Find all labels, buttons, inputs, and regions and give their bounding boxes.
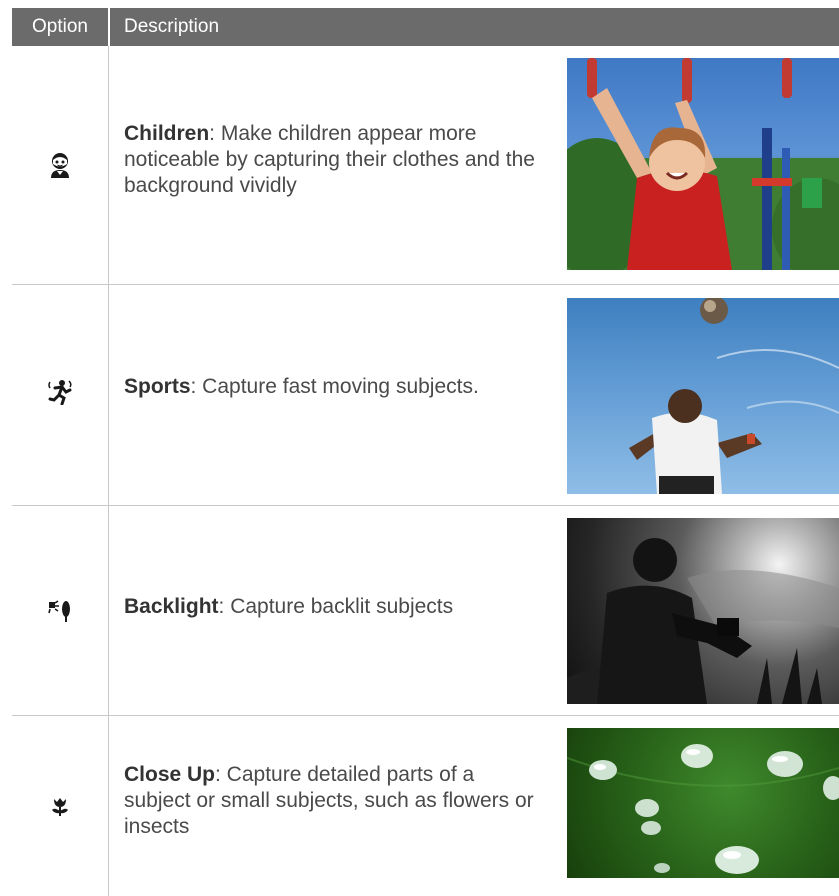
child-face-icon [12, 145, 108, 185]
column-divider [108, 46, 109, 284]
closeup-photo [567, 728, 839, 878]
row-description: Close Up: Capture detailed parts of a su… [124, 762, 544, 840]
table-row-sports: Sports: Capture fast moving subjects. [12, 285, 839, 506]
children-photo [567, 58, 839, 270]
table-row-closeup: Close Up: Capture detailed parts of a su… [12, 716, 839, 896]
option-text: : Capture backlit subjects [218, 595, 454, 618]
option-title: Backlight [124, 595, 219, 618]
table-row-backlight: Backlight: Capture backlit subjects [12, 506, 839, 716]
option-title: Close Up [124, 763, 216, 786]
header-description: Description [124, 16, 220, 37]
scene-mode-table: Option Description Children: Make childr… [12, 8, 839, 896]
backlight-photo [567, 518, 839, 704]
backlight-tree-icon [12, 590, 108, 630]
row-description: Children: Make children appear more noti… [124, 121, 544, 199]
header-divider [108, 8, 110, 46]
row-description: Sports: Capture fast moving subjects. [124, 374, 544, 400]
option-title: Sports [124, 375, 191, 398]
running-figure-icon [12, 372, 108, 412]
header-option: Option [32, 16, 88, 37]
option-title: Children [124, 122, 210, 145]
table-row-children: Children: Make children appear more noti… [12, 46, 839, 285]
column-divider [108, 285, 109, 505]
column-divider [108, 506, 109, 715]
sports-photo [567, 298, 839, 494]
table-header: Option Description [12, 8, 839, 46]
row-description: Backlight: Capture backlit subjects [124, 594, 544, 620]
option-text: : Capture fast moving subjects. [190, 375, 479, 398]
column-divider [108, 716, 109, 896]
flower-icon [12, 786, 108, 826]
